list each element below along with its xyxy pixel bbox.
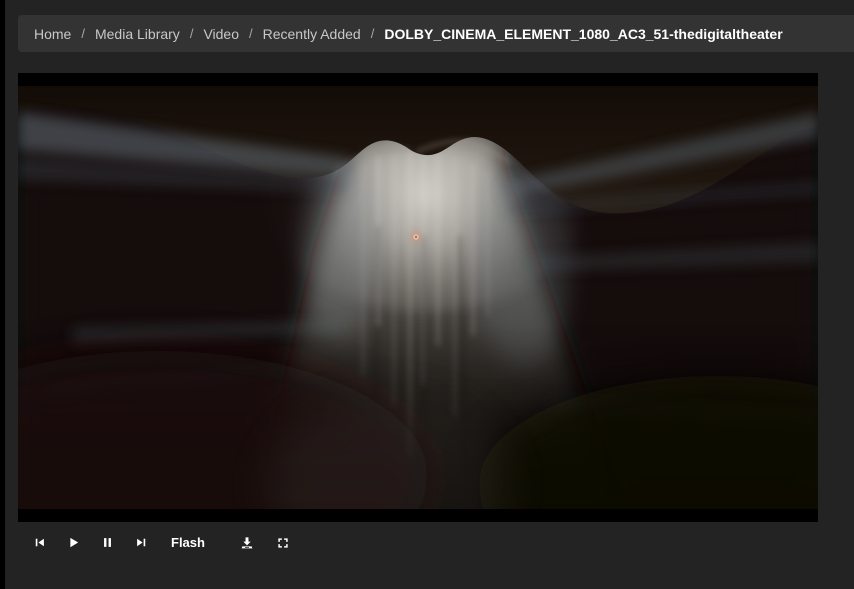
flash-button[interactable]: Flash: [161, 529, 215, 556]
skip-previous-icon: [32, 535, 47, 550]
fullscreen-icon: [276, 536, 290, 550]
breadcrumb-separator: /: [81, 26, 85, 41]
video-player-surface[interactable]: [18, 73, 818, 522]
breadcrumb-separator: /: [371, 26, 375, 41]
tree-interior-illustration: [18, 86, 818, 509]
video-frame: [18, 86, 818, 509]
breadcrumb-link-media-library[interactable]: Media Library: [95, 26, 180, 42]
breadcrumb-link-recently-added[interactable]: Recently Added: [263, 26, 361, 42]
breadcrumb-link-home[interactable]: Home: [34, 26, 71, 42]
ember-glow: [410, 231, 422, 243]
breadcrumb-current-item: DOLBY_CINEMA_ELEMENT_1080_AC3_51-thedigi…: [384, 26, 782, 42]
skip-next-button[interactable]: [124, 529, 158, 556]
play-button[interactable]: [56, 529, 90, 556]
breadcrumb-separator: /: [249, 26, 253, 41]
play-icon: [66, 535, 81, 550]
skip-previous-button[interactable]: [22, 529, 56, 556]
pause-button[interactable]: [90, 529, 124, 556]
breadcrumb: Home / Media Library / Video / Recently …: [18, 15, 854, 52]
download-button[interactable]: [230, 529, 264, 556]
pause-icon: [100, 535, 115, 550]
fullscreen-button[interactable]: [266, 529, 300, 556]
breadcrumb-separator: /: [190, 26, 194, 41]
breadcrumb-link-video[interactable]: Video: [203, 26, 239, 42]
download-icon: [239, 535, 255, 551]
skip-next-icon: [134, 535, 149, 550]
window-left-border: [0, 0, 5, 589]
player-controls: Flash: [22, 529, 300, 556]
